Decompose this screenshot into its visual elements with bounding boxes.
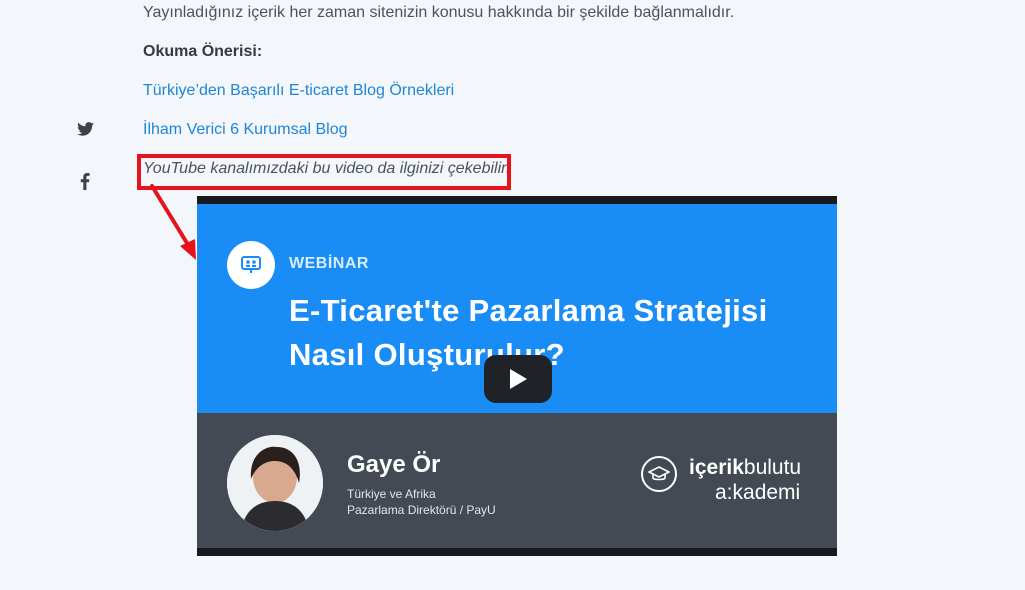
page: Yayınladığınız içerik her zaman sitenizi… [0,0,1025,590]
speaker-avatar [227,435,323,531]
link-ecommerce-blog-examples[interactable]: Türkiye’den Başarılı E-ticaret Blog Örne… [143,82,454,100]
youtube-video-embed[interactable]: WEBİNAR E-Ticaret'te Pazarlama Stratejis… [197,196,837,556]
speaker-role-line2: Pazarlama Direktörü / PayU [347,503,496,517]
speaker-name: Gaye Ör [347,451,441,478]
link-corporate-blog[interactable]: İlham Verici 6 Kurumsal Blog [143,121,348,139]
graduation-cap-icon [641,456,677,492]
brand-logo: içerikbulutu a:kademi [641,456,811,508]
webinar-label: WEBİNAR [289,255,369,272]
brand-subtitle: a:kademi [715,481,801,504]
presentation-icon [227,241,275,289]
facebook-icon[interactable] [76,172,94,190]
speaker-role-line1: Türkiye ve Afrika [347,487,436,501]
brand-name: içerikbulutu [689,456,802,479]
intro-paragraph: Yayınladığınız içerik her zaman sitenizi… [143,4,735,21]
twitter-icon[interactable] [76,120,94,138]
speaker-role: Türkiye ve Afrika Pazarlama Direktörü / … [347,486,496,518]
reading-suggestion-label: Okuma Önerisi: [143,43,263,60]
play-button[interactable] [484,355,552,403]
play-icon [510,369,527,389]
